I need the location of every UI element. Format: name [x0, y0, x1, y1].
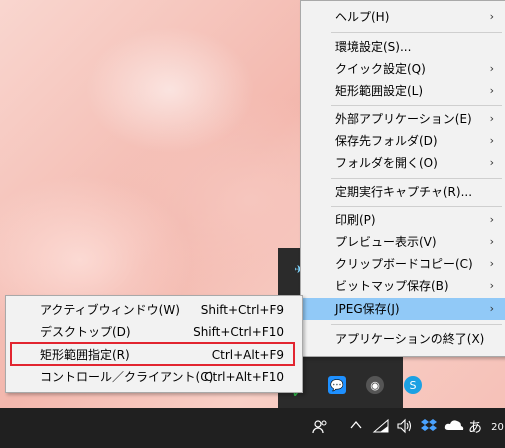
menu-item-save-folder[interactable]: 保存先フォルダ(D) ›	[301, 130, 505, 152]
menu-item-label: 定期実行キャプチャ(R)...	[335, 185, 473, 199]
submenu-item-label: コントロール／クライアント(C)	[40, 370, 214, 384]
menu-separator	[331, 206, 502, 207]
clock[interactable]: 20	[490, 418, 505, 438]
context-menu: ヘルプ(H) › 環境設定(S)... クイック設定(Q) › 矩形範囲設定(L) ›…	[300, 0, 505, 357]
chevron-up-icon[interactable]	[348, 418, 364, 438]
menu-separator	[331, 105, 502, 106]
chevron-right-icon: ›	[489, 112, 494, 125]
menu-item-label: プレビュー表示(V)	[335, 235, 437, 249]
menu-item-open-folder[interactable]: フォルダを開く(O) ›	[301, 152, 505, 174]
menu-item-label: ビットマップ保存(B)	[335, 279, 449, 293]
menu-item-label: クイック設定(Q)	[335, 62, 426, 76]
menu-item-help[interactable]: ヘルプ(H) ›	[301, 6, 505, 28]
people-icon[interactable]	[310, 418, 330, 438]
chevron-right-icon: ›	[489, 257, 494, 270]
menu-item-label: JPEG保存(J)	[335, 302, 400, 316]
menu-item-external-app[interactable]: 外部アプリケーション(E) ›	[301, 108, 505, 130]
chat-tray-icon[interactable]: 💬	[328, 376, 346, 394]
menu-item-label: ヘルプ(H)	[335, 10, 390, 24]
submenu-item-label: アクティブウィンドウ(W)	[40, 303, 180, 317]
menu-item-exit[interactable]: アプリケーションの終了(X)	[301, 328, 505, 350]
highlight-annotation-box	[10, 342, 295, 366]
menu-separator	[331, 324, 502, 325]
chevron-right-icon: ›	[489, 302, 494, 315]
shortcut-text: Ctrl+Alt+F10	[204, 370, 284, 384]
chevron-right-icon: ›	[489, 156, 494, 169]
menu-item-preferences[interactable]: 環境設定(S)...	[301, 36, 505, 58]
skype-tray-icon[interactable]: S	[404, 376, 422, 394]
menu-separator	[331, 32, 502, 33]
chevron-right-icon: ›	[489, 10, 494, 23]
chevron-right-icon: ›	[489, 235, 494, 248]
volume-icon[interactable]	[396, 418, 414, 438]
menu-item-jpeg-save[interactable]: JPEG保存(J) ›	[301, 298, 505, 320]
menu-item-quick-settings[interactable]: クイック設定(Q) ›	[301, 58, 505, 80]
menu-item-label: アプリケーションの終了(X)	[335, 332, 485, 346]
menu-item-clipboard-copy[interactable]: クリップボードコピー(C) ›	[301, 253, 505, 275]
taskbar: あ 20	[0, 408, 505, 448]
menu-item-scheduled-capture[interactable]: 定期実行キャプチャ(R)...	[301, 181, 505, 203]
menu-item-label: 環境設定(S)...	[335, 40, 412, 54]
submenu-item-desktop[interactable]: デスクトップ(D) Shift+Ctrl+F10	[6, 321, 302, 343]
menu-item-label: 印刷(P)	[335, 213, 376, 227]
submenu-item-label: デスクトップ(D)	[40, 325, 131, 339]
menu-separator	[331, 178, 502, 179]
onedrive-icon[interactable]	[444, 418, 464, 438]
settings-tray-icon[interactable]: ◉	[366, 376, 384, 394]
ime-indicator[interactable]: あ	[466, 418, 484, 438]
dropbox-icon[interactable]	[420, 418, 438, 438]
chevron-right-icon: ›	[489, 62, 494, 75]
submenu-item-active-window[interactable]: アクティブウィンドウ(W) Shift+Ctrl+F9	[6, 299, 302, 321]
chevron-right-icon: ›	[489, 213, 494, 226]
chevron-right-icon: ›	[489, 134, 494, 147]
menu-item-label: フォルダを開く(O)	[335, 156, 438, 170]
menu-item-print[interactable]: 印刷(P) ›	[301, 209, 505, 231]
menu-item-rect-settings[interactable]: 矩形範囲設定(L) ›	[301, 80, 505, 102]
submenu-item-control-client[interactable]: コントロール／クライアント(C) Ctrl+Alt+F10	[6, 366, 302, 388]
menu-item-label: クリップボードコピー(C)	[335, 257, 473, 271]
menu-item-label: 外部アプリケーション(E)	[335, 112, 472, 126]
menu-item-preview[interactable]: プレビュー表示(V) ›	[301, 231, 505, 253]
menu-item-label: 保存先フォルダ(D)	[335, 134, 438, 148]
chevron-right-icon: ›	[489, 84, 494, 97]
network-icon[interactable]	[372, 418, 390, 438]
shortcut-text: Shift+Ctrl+F10	[193, 325, 284, 339]
menu-item-bitmap-save[interactable]: ビットマップ保存(B) ›	[301, 275, 505, 297]
menu-item-label: 矩形範囲設定(L)	[335, 84, 424, 98]
shortcut-text: Shift+Ctrl+F9	[200, 303, 284, 317]
chevron-right-icon: ›	[489, 279, 494, 292]
